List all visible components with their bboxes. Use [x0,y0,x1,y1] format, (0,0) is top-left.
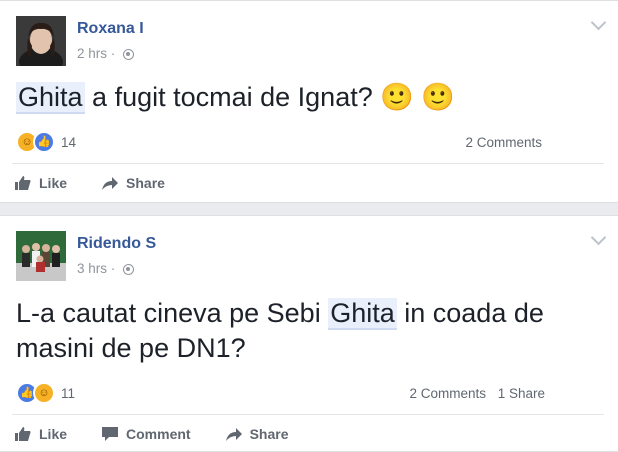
shares-count[interactable]: 1 Share [498,386,545,401]
post-meta: 3 hrs · [77,261,135,276]
haha-reaction-icon: ☺ [33,382,55,404]
chevron-down-icon[interactable] [590,14,607,31]
share-button[interactable]: Share [225,426,289,442]
comments-count[interactable]: 2 Comments [409,386,486,401]
highlighted-term[interactable]: Ghita [16,82,85,114]
action-bar: Like Share [14,175,199,191]
post-author[interactable]: Roxana I [77,20,144,38]
thumbs-up-icon [15,176,31,190]
share-arrow-icon [102,177,119,190]
comment-bubble-icon [102,427,119,441]
thumbs-up-icon [15,427,31,441]
post-meta: 2 hrs · [77,46,135,61]
divider [12,163,604,164]
avatar[interactable] [16,16,66,66]
comments-count[interactable]: 2 Comments [465,135,542,150]
share-button[interactable]: Share [101,175,165,191]
reactions-summary[interactable]: ☺ 👍 14 [16,131,77,153]
post-card: Roxana I 2 hrs · Ghita a fugit tocmai de… [0,0,618,203]
share-arrow-icon [225,428,242,441]
post-text: L-a cautat cineva pe Sebi Ghita in coada… [16,298,544,363]
chevron-down-icon[interactable] [590,229,607,246]
reactions-summary[interactable]: 👍 ☺ 11 [16,382,76,404]
highlighted-term[interactable]: Ghita [328,298,397,330]
post-card: Ridendo S 3 hrs · L-a cautat cineva pe S… [0,215,618,452]
avatar[interactable] [16,231,66,281]
post-timestamp[interactable]: 3 hrs [77,261,107,276]
globe-icon [123,49,135,60]
like-button[interactable]: Like [14,175,67,191]
reaction-count: 14 [61,134,77,150]
post-timestamp[interactable]: 2 hrs [77,46,107,61]
smiley-emoji: 🙂 [421,82,455,112]
like-button[interactable]: Like [14,426,67,442]
divider [12,414,604,415]
globe-icon [123,264,135,275]
post-text: Ghita a fugit tocmai de Ignat? 🙂 🙂 [16,82,455,114]
like-reaction-icon: 👍 [33,131,55,153]
action-bar: Like Comment Share [14,426,323,442]
post-author[interactable]: Ridendo S [77,235,156,253]
smiley-emoji: 🙂 [380,82,414,112]
comment-button[interactable]: Comment [101,426,191,442]
reaction-count: 11 [61,385,76,401]
